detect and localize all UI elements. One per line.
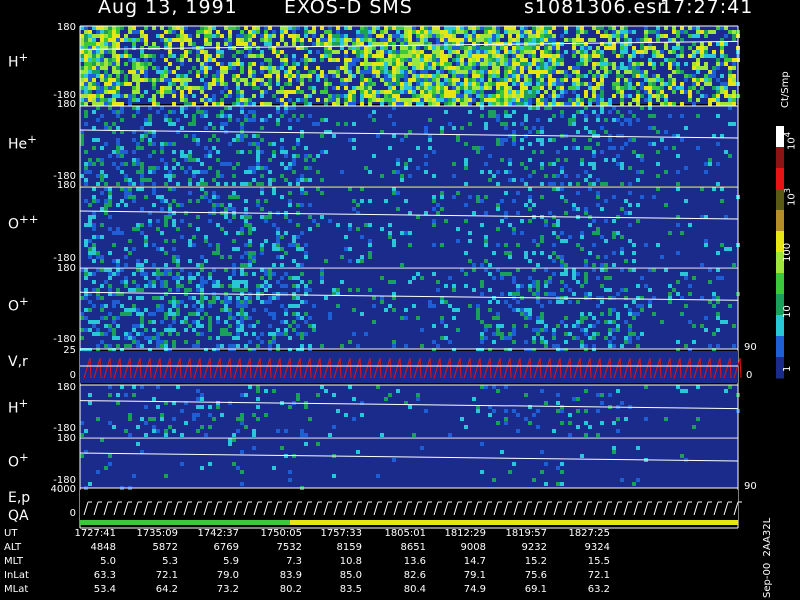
colorbar-segment	[776, 315, 784, 337]
colorbar-segment	[776, 168, 784, 190]
ephemeris-cell: 5.3	[162, 556, 178, 567]
panel-label-o-plus-plus: O++	[8, 212, 39, 233]
ephemeris-cell: 1757:33	[320, 528, 362, 539]
y-tick-top: 4000	[50, 484, 76, 495]
panel-label-vr: V,r	[8, 354, 28, 370]
exos-d-sms-summary-plot: Aug 13, 1991 EXOS-D SMS s1081306.esr 17:…	[0, 0, 800, 600]
panel-label-h-plus-2: H+	[8, 396, 29, 417]
ephemeris-cell: 63.3	[93, 570, 116, 581]
colorbar-tick-1e4: 104	[782, 131, 798, 150]
ephemeris-cell: 53.4	[93, 584, 116, 595]
y-tick-bottom: 0	[69, 508, 76, 519]
y-tick-top: 25	[63, 345, 76, 356]
y-tick-top: 180	[56, 433, 76, 444]
ephemeris-cell: 4848	[90, 542, 116, 553]
ephemeris-cell: 1750:05	[260, 528, 302, 539]
colorbar-segment	[776, 210, 784, 232]
y-tick-bottom: 0	[69, 370, 76, 381]
ephemeris-cell: 9324	[584, 542, 610, 553]
colorbar-tick-100: 100	[782, 242, 793, 262]
ephemeris-row-label: ALT	[4, 542, 22, 553]
ephemeris-cell: 15.2	[524, 556, 547, 567]
ephemeris-cell: 14.7	[463, 556, 486, 567]
ephemeris-cell: 69.1	[524, 584, 547, 595]
ephemeris-row-label: MLat	[4, 584, 29, 595]
footer-version: Sep-00 2AA32L	[762, 517, 773, 598]
y-tick-top: 180	[56, 382, 76, 393]
y-tick-top: 180	[56, 180, 76, 191]
colorbar-tick-1: 1	[782, 365, 793, 372]
y2-tick-bottom: 0	[746, 370, 753, 381]
ephemeris-cell: 15.5	[587, 556, 610, 567]
panel-h-plus-2	[80, 385, 738, 437]
ephemeris-cell: 85.0	[339, 570, 362, 581]
ephemeris-cell: 74.9	[463, 584, 486, 595]
colorbar-segment	[776, 273, 784, 295]
ephemeris-cell: 7.3	[286, 556, 302, 567]
ephemeris-cell: 8159	[336, 542, 362, 553]
ephemeris-cell: 1812:29	[444, 528, 486, 539]
colorbar-segment	[776, 147, 784, 169]
ephemeris-cell: 9008	[460, 542, 486, 553]
ephemeris-cell: 1805:01	[384, 528, 426, 539]
ephemeris-cell: 80.2	[279, 584, 302, 595]
ephemeris-cell: 7532	[276, 542, 302, 553]
colorbar-unit: Ct/Smp	[780, 71, 791, 108]
ephemeris-row-label: UT	[4, 528, 18, 539]
ephemeris-cell: 1735:09	[136, 528, 178, 539]
ephemeris-cell: 75.6	[524, 570, 547, 581]
colorbar-tick-10: 10	[782, 305, 793, 318]
qa-bar-fair	[290, 520, 738, 525]
qa-bar-good	[80, 520, 290, 525]
ephemeris-cell: 72.1	[155, 570, 178, 581]
ephemeris-cell: 10.8	[339, 556, 362, 567]
ephemeris-cell: 73.2	[216, 584, 239, 595]
ephemeris-cell: 1827:25	[568, 528, 610, 539]
ephemeris-cell: 83.9	[279, 570, 302, 581]
ephemeris-cell: 5.0	[100, 556, 116, 567]
y-tick-bottom: -180	[53, 334, 76, 345]
ephemeris-cell: 5.9	[223, 556, 239, 567]
ephemeris-cell: 79.1	[463, 570, 486, 581]
ephemeris-cell: 6769	[213, 542, 239, 553]
panel-label-he-plus: He+	[8, 132, 37, 153]
spectrogram-chart	[79, 25, 784, 529]
ephemeris-cell: 83.5	[339, 584, 362, 595]
colorbar-tick-1e3: 103	[782, 187, 798, 206]
colorbar-segment	[776, 336, 784, 358]
ephemeris-cell: 79.0	[216, 570, 239, 581]
panel-label-ep: E,p	[8, 490, 31, 506]
ephemeris-cell: 63.2	[587, 584, 610, 595]
ephemeris-cell: 13.6	[403, 556, 426, 567]
y-tick-top: 180	[56, 263, 76, 274]
panel-ep	[80, 490, 738, 520]
ephemeris-cell: 5872	[152, 542, 178, 553]
y-tick-top: 180	[56, 22, 76, 33]
panel-vr	[80, 351, 738, 383]
y-tick-top: 180	[56, 99, 76, 110]
ephemeris-cell: 1727:41	[74, 528, 116, 539]
ephemeris-cell: 1819:57	[505, 528, 547, 539]
panel-label-o-plus-1: O+	[8, 294, 29, 315]
ephemeris-cell: 1742:37	[197, 528, 239, 539]
ephemeris-cell: 82.6	[403, 570, 426, 581]
ephemeris-cell: 72.1	[587, 570, 610, 581]
vr-red-trace	[739, 357, 742, 379]
ephemeris-row-label: MLT	[4, 556, 23, 567]
ephemeris-cell: 9232	[521, 542, 547, 553]
panel-label-qa: QA	[8, 508, 29, 524]
ephemeris-cell: 64.2	[155, 584, 178, 595]
panel-label-o-plus-2: O+	[8, 450, 29, 471]
ephemeris-cell: 8651	[400, 542, 426, 553]
y2-tick-top: 90	[744, 481, 757, 492]
panel-label-h-plus-1: H+	[8, 50, 29, 71]
y2-tick-top: 90	[744, 342, 757, 353]
ephemeris-row-label: InLat	[4, 570, 29, 581]
ephemeris-cell: 80.4	[403, 584, 426, 595]
